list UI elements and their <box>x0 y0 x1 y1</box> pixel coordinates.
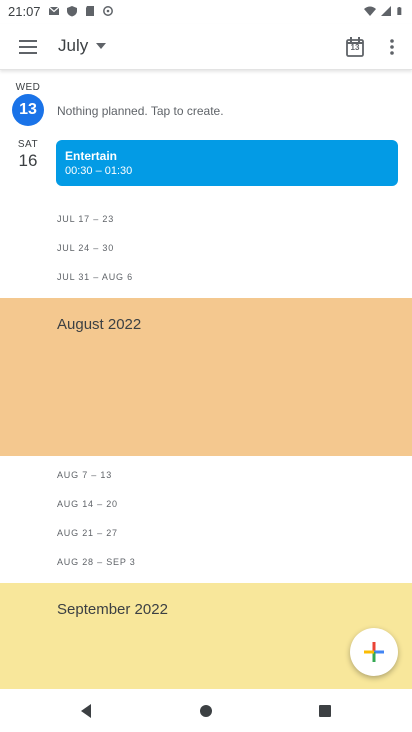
month-banner-september: September 2022 <box>0 583 412 689</box>
wifi-icon <box>364 6 376 16</box>
month-banner-august: August 2022 <box>0 298 412 456</box>
jump-to-today-button[interactable]: 13 <box>342 34 368 60</box>
sd-card-icon <box>86 6 94 16</box>
status-system-icons <box>364 5 404 17</box>
sat-weekday: SAT <box>17 139 39 150</box>
gmail-icon <box>48 6 60 15</box>
week-range: AUG 14 – 20 <box>57 499 118 509</box>
home-circle-icon <box>200 705 212 717</box>
status-bar: 21:07 <box>0 0 412 24</box>
app-bar: July 13 <box>0 24 412 70</box>
week-range: JUL 17 – 23 <box>57 214 114 224</box>
signal-icon <box>381 6 391 16</box>
shield-icon <box>67 6 77 17</box>
hamburger-menu-icon <box>19 40 37 54</box>
today-day-number: 13 <box>12 94 44 126</box>
sat-day-number: 16 <box>18 151 38 170</box>
more-options-button[interactable] <box>384 34 400 60</box>
event-time: 00:30 – 01:30 <box>65 165 133 177</box>
menu-button[interactable] <box>14 34 42 60</box>
dropdown-arrow-icon <box>96 43 107 49</box>
recents-square-icon <box>319 705 331 717</box>
event-title: Entertain <box>65 149 118 163</box>
week-range: AUG 21 – 27 <box>57 528 118 538</box>
nothing-planned-text[interactable]: Nothing planned. Tap to create. <box>57 104 224 118</box>
week-range: AUG 28 – SEP 3 <box>57 557 136 567</box>
event-entertain[interactable]: Entertain 00:30 – 01:30 <box>56 140 398 186</box>
create-event-button[interactable] <box>350 628 398 676</box>
month-selector[interactable]: July <box>58 36 107 56</box>
status-notification-icons <box>48 5 114 17</box>
battery-icon <box>397 7 402 15</box>
more-vert-icon <box>390 39 394 55</box>
plus-icon <box>364 642 384 662</box>
week-range: AUG 7 – 13 <box>57 470 113 480</box>
today-weekday: WED <box>15 82 41 93</box>
sync-icon <box>103 6 113 16</box>
back-button[interactable] <box>76 701 96 721</box>
month-banner-title: August 2022 <box>57 316 142 333</box>
home-button[interactable] <box>196 701 216 721</box>
today-date-number: 13 <box>350 43 360 52</box>
week-range: JUL 24 – 30 <box>57 243 114 253</box>
status-time: 21:07 <box>8 4 41 19</box>
month-banner-title: September 2022 <box>57 601 168 618</box>
month-title: July <box>58 36 89 55</box>
week-range: JUL 31 – AUG 6 <box>57 272 133 282</box>
recents-button[interactable] <box>315 701 335 721</box>
navigation-bar <box>0 690 412 732</box>
back-triangle-icon <box>81 704 91 718</box>
